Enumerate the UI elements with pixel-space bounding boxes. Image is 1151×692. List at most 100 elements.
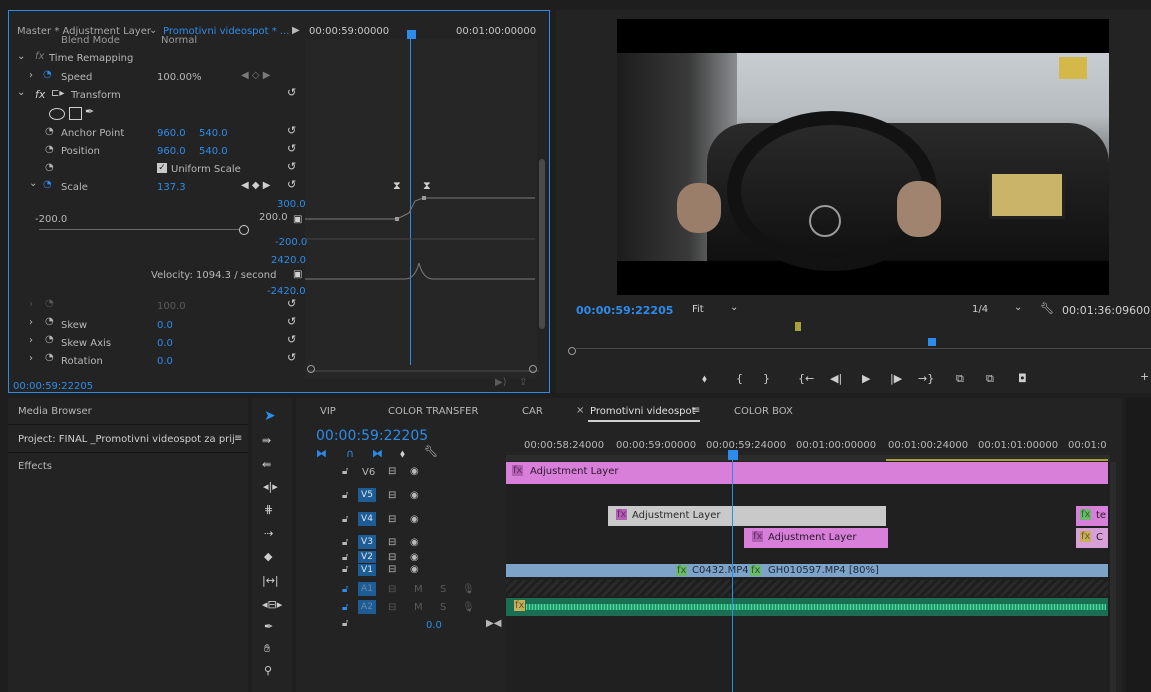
program-scrub-bar[interactable]	[576, 344, 1151, 354]
close-icon[interactable]: ×	[576, 405, 584, 416]
eye-icon[interactable]: ◉	[410, 552, 419, 563]
resolution-dropdown[interactable]: 1/4	[972, 304, 988, 315]
timeline-playhead-line[interactable]	[732, 458, 733, 692]
clip-te-v4[interactable]: fx te	[1076, 506, 1108, 526]
tab-car[interactable]: CAR	[522, 406, 543, 417]
track-toggle-a2[interactable]: A2	[358, 600, 376, 614]
wrench-icon[interactable]: 🔧︎	[424, 445, 438, 458]
extract-icon[interactable]: ⧉	[986, 372, 994, 386]
razor-icon[interactable]: ◆	[264, 550, 272, 563]
eye-icon[interactable]: ◉	[410, 490, 419, 501]
reset-icon[interactable]: ↺	[287, 178, 296, 191]
in-point-marker-icon[interactable]	[795, 322, 801, 331]
chevron-down-icon[interactable]: ⌄	[730, 302, 738, 313]
eye-icon[interactable]: ◉	[410, 537, 419, 548]
skew-axis-value[interactable]: 0.0	[157, 338, 173, 349]
rotation-value[interactable]: 0.0	[157, 356, 173, 367]
stopwatch-icon[interactable]: ◔	[45, 334, 54, 345]
add-button-icon[interactable]: +	[1140, 370, 1149, 383]
track-toggle-v1[interactable]: V1	[358, 564, 376, 576]
tab-color-transfer[interactable]: COLOR TRANSFER	[388, 406, 478, 417]
hand-tool-icon[interactable]: ✋︎	[264, 642, 270, 656]
stopwatch-icon[interactable]: ◔	[45, 126, 54, 137]
mark-in-icon[interactable]: {	[736, 372, 743, 385]
eye-icon[interactable]: ◉	[410, 466, 419, 477]
program-playhead-icon[interactable]	[928, 338, 936, 346]
chevron-down-icon[interactable]: ⌄	[1014, 302, 1022, 313]
go-to-end-icon[interactable]: ▶◀	[486, 618, 501, 629]
stopwatch-icon[interactable]: ◔	[45, 298, 54, 309]
sync-lock-icon[interactable]: ⊟	[388, 564, 396, 575]
sync-lock-icon[interactable]: ⊟	[388, 514, 396, 525]
track-toggle-a1[interactable]: A1	[358, 582, 376, 596]
stopwatch-icon[interactable]: ◔	[45, 162, 54, 173]
reset-icon[interactable]: ↺	[287, 142, 296, 155]
go-to-out-icon[interactable]: →}	[918, 372, 934, 385]
step-back-icon[interactable]: ◀|	[830, 372, 842, 385]
reset-icon[interactable]: ↺	[287, 333, 296, 346]
position-x-value[interactable]: 960.0	[157, 146, 186, 157]
chevron-right-icon[interactable]: ›	[29, 70, 33, 81]
tab-vip[interactable]: VIP	[320, 406, 336, 417]
reset-icon[interactable]: ↺	[287, 86, 296, 99]
ripple-edit-icon[interactable]: ◂|▸	[263, 480, 278, 493]
lock-icon[interactable]: 🔓︎	[342, 584, 348, 595]
effect-controls-timecode[interactable]: 00:00:59:22205	[13, 381, 93, 392]
menu-icon[interactable]: ≡	[234, 433, 242, 444]
chevron-down-icon[interactable]: ⌄	[17, 87, 25, 98]
anchor-y-value[interactable]: 540.0	[199, 128, 228, 139]
chevron-right-icon[interactable]: ›	[29, 317, 33, 328]
audio-clip-a2[interactable]: fx	[506, 598, 1108, 616]
sync-lock-icon[interactable]: ⊟	[388, 466, 396, 477]
timeline-playhead-icon[interactable]	[728, 450, 738, 460]
lift-icon[interactable]: ⧉	[956, 372, 964, 386]
stopwatch-icon[interactable]: ◔	[45, 144, 54, 155]
clip-c-v3[interactable]: fx C	[1076, 528, 1108, 548]
track-select-back-icon[interactable]: ⇚	[262, 458, 271, 471]
sync-lock-icon[interactable]: ⊟	[388, 584, 396, 595]
video-frame[interactable]	[617, 19, 1109, 295]
stopwatch-icon[interactable]: ◔	[43, 179, 52, 190]
effects-tab[interactable]: Effects	[18, 461, 52, 472]
step-forward-icon[interactable]: |▶	[890, 372, 902, 385]
scale-slider-track[interactable]	[39, 229, 239, 230]
scrub-start-handle[interactable]	[568, 347, 576, 355]
program-timecode[interactable]: 00:00:59:22205	[576, 304, 673, 317]
rate-stretch-icon[interactable]: ⇢	[264, 527, 273, 540]
play-icon[interactable]: ▶	[862, 372, 870, 385]
mute-button-icon[interactable]: M	[414, 584, 423, 595]
track-select-icon[interactable]: ⇛	[262, 434, 271, 447]
play-only-audio-icon[interactable]: ▶⟩	[495, 377, 507, 388]
clip-v1[interactable]: fx C0432.MP4 fx GH010597.MP4 [80%]	[506, 564, 1108, 577]
eye-icon[interactable]: ◉	[410, 564, 419, 575]
go-to-in-icon[interactable]: {←	[798, 372, 814, 385]
slide-icon[interactable]: ◂⊟▸	[262, 598, 282, 611]
tab-color-box[interactable]: COLOR BOX	[734, 406, 793, 417]
track-toggle-v5[interactable]: V5	[358, 488, 376, 502]
mute-button-icon[interactable]: M	[414, 602, 423, 613]
reset-icon[interactable]: ↺	[287, 124, 296, 137]
fit-dropdown[interactable]: Fit	[692, 304, 704, 315]
eye-icon[interactable]: ◉	[410, 514, 419, 525]
menu-icon[interactable]: ≡	[692, 405, 700, 416]
skew-value[interactable]: 0.0	[157, 320, 173, 331]
chevron-right-icon[interactable]: ›	[29, 299, 33, 310]
work-area-bar[interactable]	[886, 459, 1108, 461]
value-graph[interactable]	[305, 191, 535, 291]
timeline-scrollbar[interactable]	[1110, 462, 1116, 692]
project-tab[interactable]: Project: FINAL _Promotivni videospot za …	[18, 434, 235, 445]
microphone-icon[interactable]: 🎙︎	[462, 584, 475, 595]
pen-mask-icon[interactable]: ✒	[85, 105, 94, 118]
reset-icon[interactable]: ↺	[287, 351, 296, 364]
reset-icon[interactable]: ↺	[287, 160, 296, 173]
lock-icon[interactable]: 🔓︎	[342, 514, 348, 525]
zoom-bar[interactable]	[309, 370, 539, 372]
zoom-handle-right[interactable]	[529, 365, 537, 373]
sync-lock-icon[interactable]: ⊟	[388, 552, 396, 563]
chevron-down-icon[interactable]: ⌄	[29, 178, 37, 189]
zoom-tool-icon[interactable]: ⚲	[264, 664, 272, 677]
lock-icon[interactable]: 🔓︎	[342, 602, 348, 613]
position-y-value[interactable]: 540.0	[199, 146, 228, 157]
camera-icon[interactable]: ◘	[1018, 372, 1027, 385]
media-browser-tab[interactable]: Media Browser	[18, 406, 92, 417]
